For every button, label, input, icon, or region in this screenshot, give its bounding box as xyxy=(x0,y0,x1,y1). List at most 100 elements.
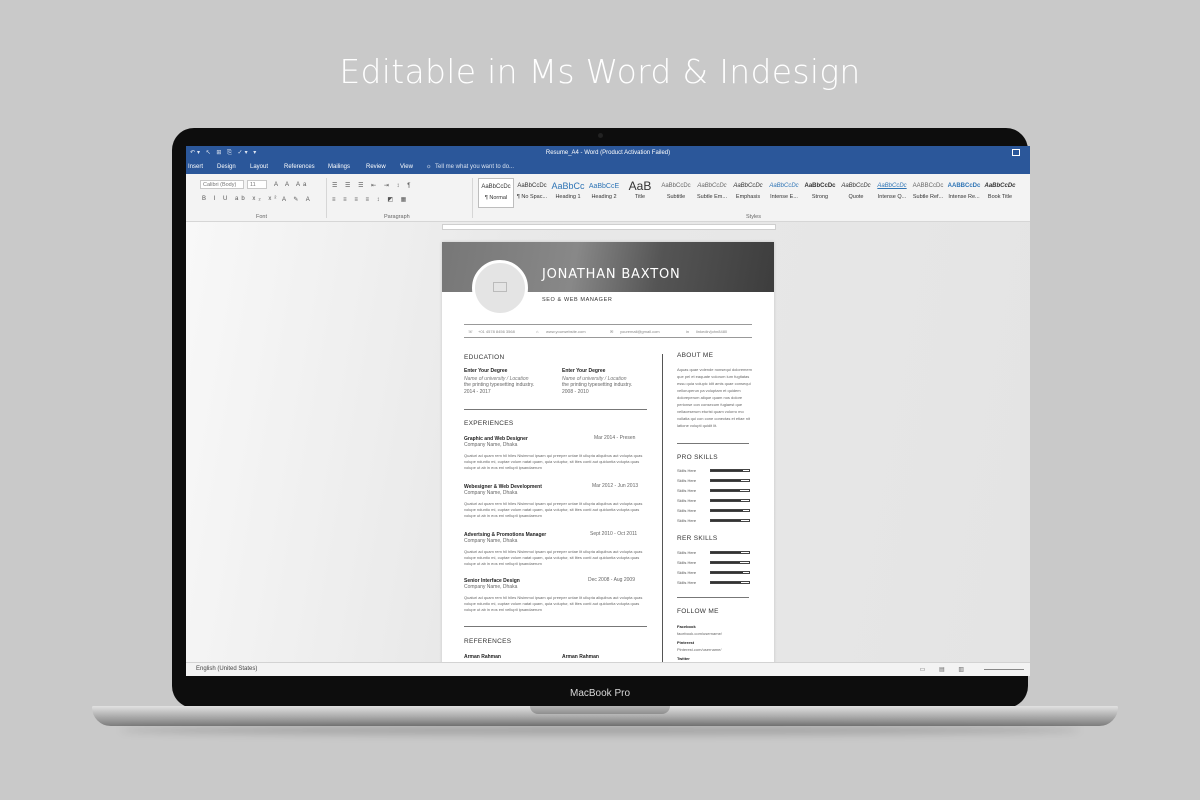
job-description: Quaturi ad quam rem hil hiles Nisimmol i… xyxy=(464,501,643,518)
resume-role: SEO & WEB MANAGER xyxy=(542,297,613,303)
section-divider xyxy=(464,626,647,627)
style-subtle-reference[interactable]: AABBCcDc Subtle Ref... xyxy=(910,178,946,208)
style-intense-reference[interactable]: AABBCcDc Intense Re... xyxy=(946,178,982,208)
contact-email: youremail@gmail.com xyxy=(620,329,660,334)
tab-references[interactable]: References xyxy=(284,164,315,170)
phone-icon: ☏ xyxy=(468,329,474,334)
contact-phone: +01 4578 8456 3568 xyxy=(478,329,515,334)
style-heading-1[interactable]: AaBbCc Heading 1 xyxy=(550,178,586,208)
group-separator xyxy=(472,178,473,218)
document-workspace[interactable]: JONATHAN BAXTON SEO & WEB MANAGER ☏ +01 … xyxy=(186,222,1030,672)
status-bar: English (United States) ▭ ▤ ▥ xyxy=(186,662,1030,676)
skill-bar xyxy=(710,561,750,564)
social-network: Pinterest xyxy=(677,640,695,645)
horizontal-ruler[interactable] xyxy=(442,224,776,230)
style-title[interactable]: AaB Title xyxy=(622,178,658,208)
skill-bar xyxy=(710,551,750,554)
contact-website: www.yourwebsite.com xyxy=(546,329,586,334)
style-no-spacing[interactable]: AaBbCcDc ¶ No Spac... xyxy=(514,178,550,208)
job-company: Company Name, Dhaka xyxy=(464,538,518,544)
skill-bar xyxy=(710,519,750,522)
group-separator xyxy=(326,178,327,218)
education-desc: the printing typesetting industry. xyxy=(464,382,535,388)
skill-row: Skills Here xyxy=(677,488,752,494)
education-years: 2014 - 2017 xyxy=(464,389,491,395)
skill-row: Skills Here xyxy=(677,518,752,524)
social-url[interactable]: Pinterest.com/username/ xyxy=(677,646,721,653)
style-subtitle[interactable]: AaBbCcDc Subtitle xyxy=(658,178,694,208)
about-text: Aquas quae volende nonsequi doloremem qu… xyxy=(677,367,752,428)
education-degree: Enter Your Degree xyxy=(464,368,508,374)
font-color-icons[interactable]: A ✎ A xyxy=(282,196,313,203)
job-dates: Sept 2010 - Oct 2011 xyxy=(590,531,638,537)
social-url[interactable]: facebook.com/username/ xyxy=(677,630,722,637)
skill-row: Skills Here xyxy=(677,580,752,586)
style-emphasis[interactable]: AaBbCcDc Emphasis xyxy=(730,178,766,208)
tab-design[interactable]: Design xyxy=(217,164,236,170)
word-window: ↶▾ ↖ ⊞ ⎘ ✓▾ ▾ Resume_A4 - Word (Product … xyxy=(186,146,1030,676)
skill-bar xyxy=(710,509,750,512)
references-heading: REFERENCES xyxy=(464,638,512,645)
contact-linkedin: linkedin/john8480 xyxy=(696,329,728,334)
job-company: Company Name, Dhaka xyxy=(464,584,518,590)
font-grow-icons[interactable]: A A Aa xyxy=(274,182,309,188)
zoom-slider[interactable] xyxy=(984,669,1024,670)
laptop-notch xyxy=(530,706,670,714)
tab-mailings[interactable]: Mailings xyxy=(328,164,350,170)
skill-row: Skills Here xyxy=(677,550,752,556)
style-strong[interactable]: AaBbCcDc Strong xyxy=(802,178,838,208)
font-group-label: Font xyxy=(256,214,268,220)
style-quote[interactable]: AaBbCcDc Quote xyxy=(838,178,874,208)
job-description: Quaturi ad quam rem hil hiles Nisimmol i… xyxy=(464,595,643,612)
job-dates: Dec 2008 - Aug 2009 xyxy=(588,577,635,583)
ribbon-tabs: Insert Design Layout References Mailings… xyxy=(186,160,1030,174)
tab-view[interactable]: View xyxy=(400,164,413,170)
skill-bar xyxy=(710,571,750,574)
font-name-box[interactable]: Calibri (Body) xyxy=(200,180,244,189)
view-mode-icons[interactable]: ▭ ▤ ▥ xyxy=(920,666,970,673)
tab-insert[interactable]: Insert xyxy=(188,164,203,170)
styles-gallery: AaBbCcDc ¶ Normal AaBbCcDc ¶ No Spac... Aa… xyxy=(476,178,1028,208)
list-icons[interactable]: ☰ ☰ ☰ ⇤ ⇥ ↕ ¶ xyxy=(332,182,413,189)
job-company: Company Name, Dhaka xyxy=(464,490,518,496)
style-heading-2[interactable]: AaBbCcE Heading 2 xyxy=(586,178,622,208)
rer-skills-heading: RER SKILLS xyxy=(677,535,718,542)
skill-row: Skills Here xyxy=(677,508,752,514)
follow-heading: FOLLOW ME xyxy=(677,608,719,615)
style-intense-emphasis[interactable]: AaBbCcDc Intense E... xyxy=(766,178,802,208)
image-placeholder-icon xyxy=(493,282,507,292)
tab-review[interactable]: Review xyxy=(366,164,386,170)
paragraph-group-label: Paragraph xyxy=(384,214,410,220)
job-company: Company Name, Dhaka xyxy=(464,442,518,448)
home-icon: ⌂ xyxy=(536,329,539,334)
styles-group-label: Styles xyxy=(746,214,761,220)
resume-name: JONATHAN BAXTON xyxy=(542,267,681,282)
style-subtle-emphasis[interactable]: AaBbCcDc Subtle Em... xyxy=(694,178,730,208)
title-bar: ↶▾ ↖ ⊞ ⎘ ✓▾ ▾ Resume_A4 - Word (Product … xyxy=(186,146,1030,160)
contact-bar: ☏ +01 4578 8456 3568 ⌂ www.yourwebsite.c… xyxy=(464,324,752,338)
ribbon-display-options-icon[interactable] xyxy=(1012,149,1020,156)
column-divider xyxy=(662,354,663,672)
align-icons[interactable]: ≡ ≡ ≡ ≡ ↕ ◩ ▦ xyxy=(332,196,409,203)
style-normal[interactable]: AaBbCcDc ¶ Normal xyxy=(478,178,514,208)
reference-name: Arman Rahman xyxy=(562,654,599,660)
section-divider xyxy=(677,443,749,444)
skill-bar xyxy=(710,469,750,472)
ribbon: Calibri (Body) 11 B I U ab x₂ x² A A Aa … xyxy=(186,174,1030,222)
font-format-icons[interactable]: B I U ab x₂ x² xyxy=(202,196,279,202)
pro-skills-heading: PRO SKILLS xyxy=(677,454,718,461)
laptop-brand-label: MacBook Pro xyxy=(569,688,631,699)
style-book-title[interactable]: AaBbCcDc Book Title xyxy=(982,178,1018,208)
tab-layout[interactable]: Layout xyxy=(250,164,268,170)
education-desc: the printing typesetting industry. xyxy=(562,382,633,388)
style-intense-quote[interactable]: AaBbCcDc Intense Q... xyxy=(874,178,910,208)
section-divider xyxy=(677,597,749,598)
skill-row: Skills Here xyxy=(677,478,752,484)
skill-bar xyxy=(710,581,750,584)
about-heading: ABOUT ME xyxy=(677,352,714,359)
tell-me-search[interactable]: Tell me what you want to do... xyxy=(435,164,514,170)
status-language[interactable]: English (United States) xyxy=(196,666,257,672)
font-size-box[interactable]: 11 xyxy=(247,180,267,189)
laptop-shadow xyxy=(120,725,1080,735)
resume-page[interactable]: JONATHAN BAXTON SEO & WEB MANAGER ☏ +01 … xyxy=(442,242,774,672)
